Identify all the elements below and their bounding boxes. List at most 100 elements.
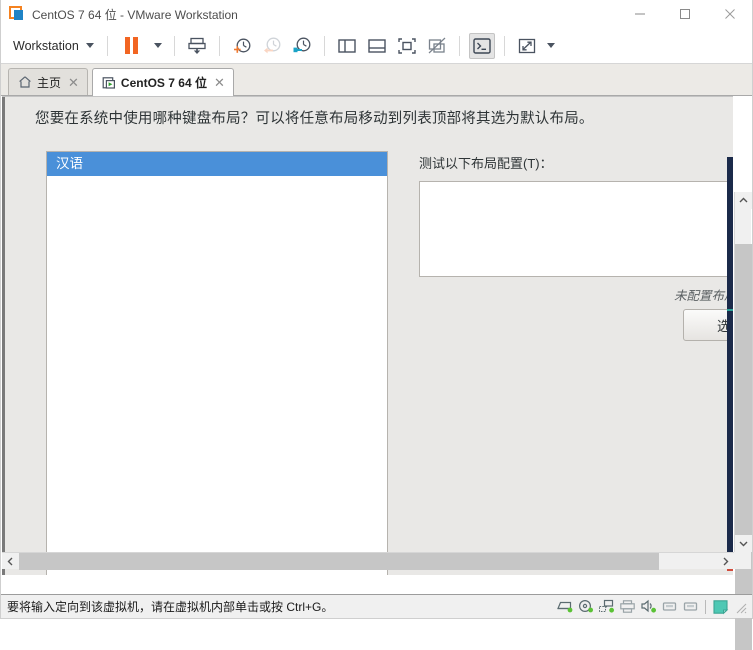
title-bar-left: CentOS 7 64 位 - VMware Workstation — [1, 6, 617, 23]
chevron-down-icon — [546, 43, 555, 48]
show-library-icon — [338, 38, 356, 53]
show-thumbnail-bar-icon — [368, 38, 386, 53]
guest-screen[interactable]: 您要在系统中使用哪种键盘布局？可以将任意布局移动到列表顶部将其选为默认布局。 汉… — [2, 96, 733, 575]
maximize-icon — [679, 9, 690, 19]
scroll-down-button[interactable] — [735, 535, 752, 552]
show-thumbnail-bar-button[interactable] — [364, 33, 390, 59]
snapshot-manager-icon — [293, 37, 311, 52]
usb-device-2-icon — [683, 602, 698, 611]
workstation-menu-button[interactable]: Workstation — [9, 36, 100, 56]
layout-switch-note: 未配置布局切 — [673, 289, 733, 303]
usb-device-2-button[interactable] — [680, 597, 701, 617]
close-icon — [724, 9, 735, 19]
background-window-teal — [727, 309, 733, 311]
sound-card-device-button[interactable] — [638, 597, 659, 617]
network-adapter-icon — [599, 599, 614, 613]
window-title: CentOS 7 64 位 - VMware Workstation — [32, 7, 238, 22]
scroll-left-button[interactable] — [2, 553, 19, 570]
vertical-scroll-thumb[interactable] — [735, 244, 752, 650]
resize-grip-icon[interactable] — [733, 600, 747, 614]
test-layout-input[interactable] — [419, 181, 733, 277]
chevron-down-icon — [85, 43, 94, 48]
message-log-icon — [713, 599, 729, 614]
stretch-menu-button[interactable] — [542, 33, 560, 59]
chevron-down-icon — [153, 43, 162, 48]
send-key-icon — [188, 37, 206, 54]
vmware-logo-icon — [9, 6, 25, 22]
toolbar-separator — [173, 35, 175, 56]
toolbar-separator — [323, 35, 325, 56]
status-separator — [705, 599, 706, 614]
toolbar-separator — [218, 35, 220, 56]
test-layout-label: 测试以下布局配置(T)： — [419, 156, 553, 171]
main-toolbar: Workstation — [1, 28, 752, 64]
chevron-right-icon — [723, 557, 729, 566]
tab-centos-vm-label: CentOS 7 64 位 — [120, 76, 207, 90]
status-bar: 要将输入定向到该虚拟机，请在虚拟机内部单击或按 Ctrl+G。 — [1, 594, 752, 618]
pause-icon — [125, 37, 139, 54]
message-log-button[interactable] — [710, 597, 731, 617]
maximize-button[interactable] — [662, 0, 707, 28]
usb-device-1-icon — [662, 602, 677, 611]
fullscreen-button[interactable] — [394, 33, 420, 59]
chevron-up-icon — [739, 197, 748, 203]
power-menu-button[interactable] — [149, 33, 167, 59]
show-library-button[interactable] — [334, 33, 360, 59]
snapshot-manager-button[interactable] — [289, 33, 315, 59]
toolbar-separator — [106, 35, 108, 56]
suspend-button[interactable] — [117, 33, 147, 59]
scroll-right-button[interactable] — [717, 553, 734, 570]
usb-device-1-button[interactable] — [659, 597, 680, 617]
minimize-button[interactable] — [617, 0, 662, 28]
vm-viewport-area: 您要在系统中使用哪种键盘布局？可以将任意布局移动到列表顶部将其选为默认布局。 汉… — [1, 96, 752, 650]
close-button[interactable] — [707, 0, 752, 28]
vm-running-icon — [102, 76, 116, 90]
home-icon — [18, 75, 32, 89]
vertical-scrollbar[interactable] — [734, 192, 752, 650]
status-device-icons — [554, 597, 752, 617]
horizontal-scrollbar[interactable] — [2, 552, 734, 570]
sound-card-icon — [641, 599, 656, 613]
scrollbar-corner — [734, 552, 751, 569]
printer-icon — [620, 600, 635, 613]
tab-home[interactable]: 主页 ✕ — [8, 68, 88, 95]
background-window-navy — [727, 157, 733, 561]
cd-dvd-icon — [578, 599, 593, 613]
title-bar: CentOS 7 64 位 - VMware Workstation — [1, 0, 752, 28]
close-icon[interactable]: ✕ — [213, 76, 226, 89]
console-view-icon — [473, 37, 491, 54]
printer-device-button[interactable] — [617, 597, 638, 617]
workstation-menu-label: Workstation — [13, 38, 79, 53]
hard-disk-device-button[interactable] — [554, 597, 575, 617]
cd-dvd-device-button[interactable] — [575, 597, 596, 617]
vmware-workstation-window: CentOS 7 64 位 - VMware Workstation Works… — [0, 0, 753, 650]
chevron-down-icon — [739, 541, 748, 547]
horizontal-scroll-thumb[interactable] — [19, 553, 659, 570]
revert-snapshot-icon — [263, 37, 281, 53]
keyboard-layout-prompt: 您要在系统中使用哪种键盘布局？可以将任意布局移动到列表顶部将其选为默认布局。 — [35, 111, 594, 127]
toolbar-separator — [458, 35, 460, 56]
unity-mode-button[interactable] — [424, 33, 450, 59]
send-ctrl-alt-del-button[interactable] — [184, 33, 210, 59]
scroll-up-button[interactable] — [735, 192, 752, 209]
keyboard-layout-list[interactable]: 汉语 — [46, 151, 388, 575]
fullscreen-icon — [398, 37, 416, 54]
window-controls — [617, 0, 752, 28]
tab-strip: 主页 ✕ CentOS 7 64 位 ✕ — [1, 64, 752, 96]
revert-snapshot-button[interactable] — [259, 33, 285, 59]
minimize-icon — [634, 13, 645, 15]
tab-centos-vm[interactable]: CentOS 7 64 位 ✕ — [91, 68, 234, 96]
options-button[interactable]: 选项(O — [683, 309, 733, 341]
guest-left-edge — [2, 97, 5, 575]
close-icon[interactable]: ✕ — [67, 76, 80, 89]
take-snapshot-button[interactable] — [229, 33, 255, 59]
hard-disk-icon — [557, 601, 573, 613]
stretch-guest-button[interactable] — [514, 33, 540, 59]
console-view-button[interactable] — [468, 32, 495, 59]
list-item[interactable]: 汉语 — [47, 152, 387, 176]
status-message: 要将输入定向到该虚拟机，请在虚拟机内部单击或按 Ctrl+G。 — [7, 600, 334, 614]
network-adapter-device-button[interactable] — [596, 597, 617, 617]
tab-home-label: 主页 — [37, 75, 62, 90]
toolbar-separator — [503, 35, 505, 56]
background-window-strip — [727, 97, 733, 575]
